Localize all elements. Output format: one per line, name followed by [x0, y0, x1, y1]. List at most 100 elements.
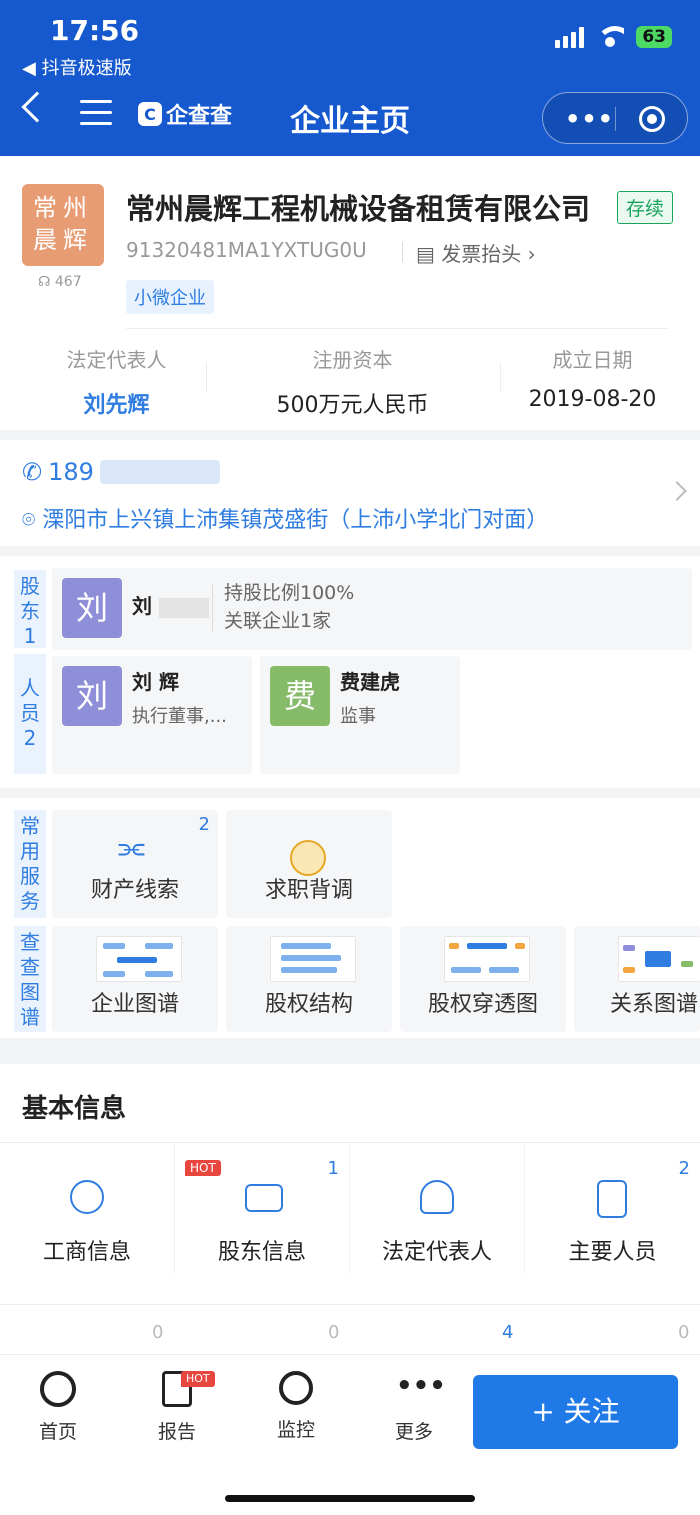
divider	[402, 242, 403, 262]
divider	[212, 584, 213, 632]
item-label: 法定代表人	[381, 1240, 492, 1265]
graph-label-text: 企业图谱	[90, 992, 179, 1017]
avatar: 刘	[62, 578, 122, 638]
founded-label: 成立日期	[552, 348, 633, 372]
business-info-icon	[70, 1180, 104, 1214]
tab-label: 报告	[157, 1421, 196, 1443]
bottom-tab-bar: 首页 HOT 报告 监控 ••• 更多 + 关注	[0, 1354, 700, 1515]
top-header: 17:56 ◀ 抖音极速版 63 C 企查查 企业主页 •••	[0, 0, 700, 156]
address-link[interactable]: ⌾ 溧阳市上兴镇上沛集镇茂盛街（上沛小学北门对面）	[22, 502, 548, 534]
service-label: 求职背调	[264, 878, 353, 903]
invoice-label: 发票抬头	[441, 242, 522, 266]
graph-label-text: 关系图谱	[610, 992, 699, 1017]
view-count: ☊ 467	[38, 274, 82, 290]
staff-item[interactable]: 费 费建虎 监事	[260, 656, 460, 774]
count-badge: 0	[152, 1322, 164, 1343]
share-ratio: 持股比例100%	[224, 582, 355, 604]
location-pin-icon: ⌾	[22, 508, 36, 533]
tab-label: 更多	[394, 1421, 433, 1443]
logo-icon: C	[138, 102, 162, 126]
staff-label[interactable]: 人员2	[14, 654, 46, 774]
menu-icon[interactable]	[80, 100, 112, 133]
blurred-region	[99, 460, 220, 484]
shareholder-item[interactable]: 刘 刘 持股比例100% 关联企业1家	[52, 568, 692, 650]
graph-thumbnail	[444, 936, 530, 982]
invoice-link[interactable]: ▤ 发票抬头 ›	[416, 238, 536, 267]
property-clue-icon: ⫘	[118, 830, 145, 865]
company-name: 常州晨辉工程机械设备租赁有限公司	[126, 192, 591, 226]
graph-thumbnail	[618, 936, 700, 982]
staff-item[interactable]: 刘 刘 辉 执行董事,...	[52, 656, 252, 774]
graph-tile[interactable]: 关系图谱	[574, 926, 700, 1032]
shareholders-label[interactable]: 股东1	[14, 570, 46, 648]
status-time: 17:56	[50, 14, 140, 47]
capsule-divider	[615, 107, 616, 131]
graph-label-text: 股权结构	[264, 992, 353, 1017]
tab-more[interactable]: ••• 更多	[374, 1371, 454, 1444]
service-label: 财产线索	[90, 878, 179, 903]
common-services-label: 常用服务	[14, 810, 46, 918]
count-badge: 0	[678, 1322, 690, 1343]
credit-code[interactable]: 91320481MA1YXTUG0U	[126, 238, 367, 262]
background-check-icon	[290, 840, 326, 876]
phone-number: 189	[48, 458, 94, 486]
count-badge: 0	[328, 1322, 340, 1343]
service-tile[interactable]: ⫘ 2 财产线索	[52, 810, 218, 918]
monitor-camera-icon	[279, 1371, 313, 1405]
battery-icon: 63	[636, 26, 672, 48]
status-badge: 存续	[617, 191, 674, 224]
divider	[0, 1304, 700, 1305]
graph-tile[interactable]: 企业图谱	[52, 926, 218, 1032]
basic-info-card: 基本信息 工商信息 HOT 1 股东信息 法定代表人 2 主要人员 0 0 4 …	[0, 1064, 700, 1354]
staff-name: 费建虎	[340, 670, 400, 694]
people-card: 股东1 刘 刘 持股比例100% 关联企业1家 人员2 刘 刘 辉 执行董事,.…	[0, 556, 700, 788]
graph-tile[interactable]: 股权结构	[226, 926, 392, 1032]
tab-report[interactable]: HOT 报告	[137, 1371, 217, 1444]
back-to-app-link[interactable]: ◀ 抖音极速版	[22, 54, 132, 80]
basic-info-item[interactable]: 法定代表人	[350, 1144, 525, 1274]
legal-rep-label: 法定代表人	[66, 348, 167, 372]
phone-link[interactable]: ✆ 189	[22, 458, 220, 486]
capital-label: 注册资本	[312, 348, 393, 372]
page-title: 企业主页	[290, 104, 410, 139]
divider	[0, 1142, 700, 1143]
close-target-icon[interactable]	[639, 106, 665, 132]
follow-button[interactable]: + 关注	[473, 1375, 678, 1449]
legal-rep-block: 法定代表人 刘先辉	[0, 344, 233, 419]
staff-role: 执行董事,...	[132, 706, 227, 727]
invoice-icon: ▤	[416, 242, 435, 266]
chevron-right-icon[interactable]	[667, 481, 687, 501]
graph-label: 查查图谱	[14, 926, 46, 1032]
tab-home[interactable]: 首页	[18, 1371, 98, 1444]
more-icon[interactable]: •••	[565, 105, 614, 133]
shareholder-name-text: 刘	[132, 594, 152, 618]
related-companies: 关联企业1家	[224, 610, 332, 632]
personnel-icon	[597, 1180, 627, 1218]
tab-monitor[interactable]: 监控	[256, 1371, 336, 1442]
capital-block: 注册资本 500万元人民币	[236, 344, 469, 419]
service-tile[interactable]: 求职背调	[226, 810, 392, 918]
founded-value: 2019-08-20	[528, 387, 657, 412]
item-label: 主要人员	[568, 1240, 657, 1265]
count-badge: 2	[678, 1158, 690, 1179]
miniapp-capsule: •••	[542, 92, 688, 144]
contact-card[interactable]: ✆ 189 ⌾ 溧阳市上兴镇上沛集镇茂盛街（上沛小学北门对面）	[0, 440, 700, 546]
capital-value: 500万元人民币	[276, 393, 429, 418]
company-card: 常州晨辉 ☊ 467 常州晨辉工程机械设备租赁有限公司 存续 91320481M…	[0, 156, 700, 430]
home-indicator	[225, 1495, 475, 1502]
divider	[126, 328, 668, 329]
avatar: 费	[270, 666, 330, 726]
basic-info-item[interactable]: 2 主要人员	[525, 1144, 700, 1274]
back-icon[interactable]	[21, 91, 53, 123]
scale-tag[interactable]: 小微企业	[126, 280, 214, 314]
app-logo: C 企查查	[138, 98, 232, 130]
basic-info-item[interactable]: HOT 1 股东信息	[175, 1144, 350, 1274]
basic-info-item[interactable]: 工商信息	[0, 1144, 175, 1274]
legal-rep-link[interactable]: 刘先辉	[0, 387, 233, 419]
item-label: 股东信息	[217, 1240, 306, 1265]
chevron-right-icon: ›	[527, 242, 536, 266]
tab-label: 首页	[38, 1421, 77, 1443]
graph-tile[interactable]: 股权穿透图	[400, 926, 566, 1032]
view-count-value: 467	[54, 274, 82, 290]
staff-name: 刘 辉	[132, 670, 179, 694]
